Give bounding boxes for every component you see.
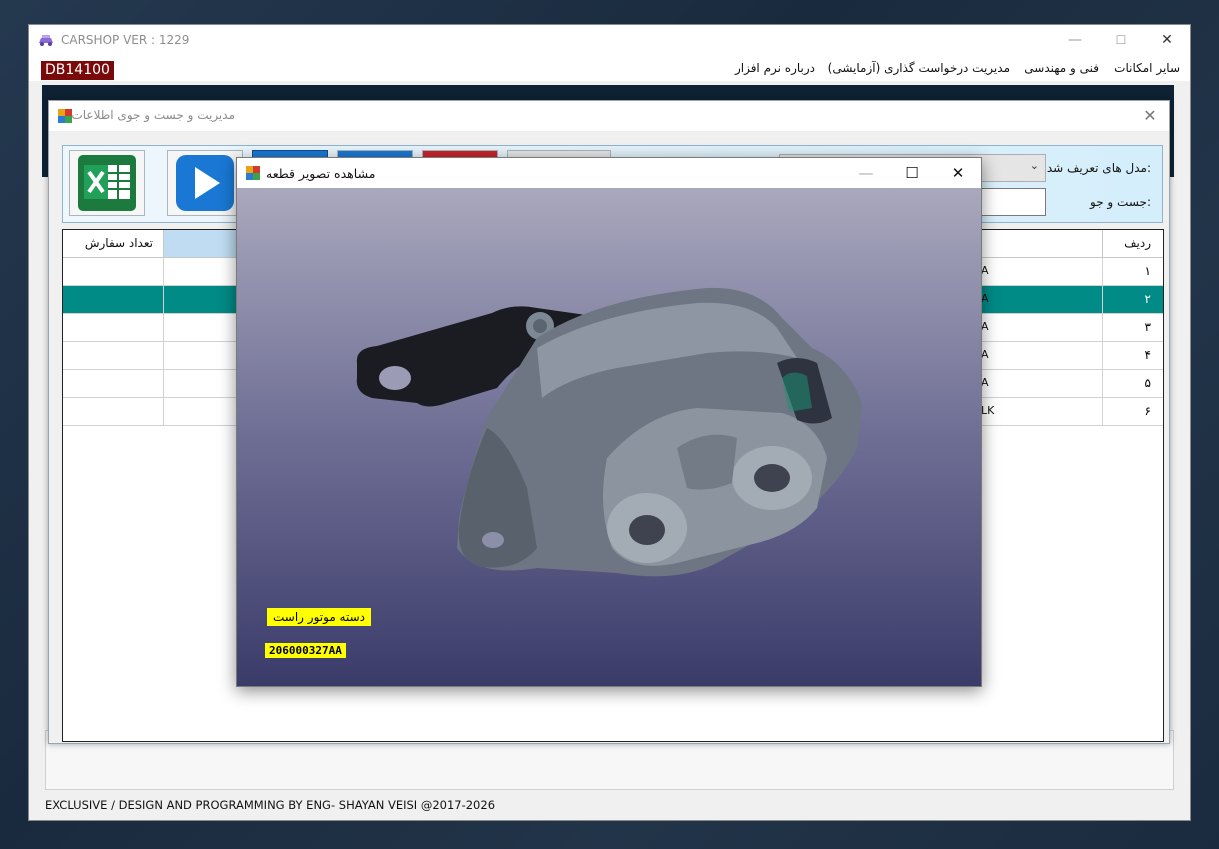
row-number: ۲ (1144, 292, 1151, 306)
app-title: CARSHOP VER : 1229 (61, 33, 190, 47)
table-cell[interactable] (63, 398, 164, 425)
row-number-cell[interactable]: ۱ (1102, 258, 1163, 285)
viewer-maximize-button[interactable]: ☐ (889, 158, 935, 188)
app-form-icon (58, 109, 72, 123)
viewer-title: مشاهده تصویر قطعه (266, 166, 376, 181)
excel-export-button[interactable] (69, 150, 145, 216)
table-cell[interactable] (63, 342, 164, 369)
table-cell-text: A (981, 264, 989, 277)
table-cell-text: A (981, 320, 989, 333)
row-number: ۱ (1144, 264, 1151, 278)
viewer-minimize-button[interactable]: — (843, 158, 889, 188)
table-cell-text: A (981, 376, 989, 389)
db-badge: DB14100 (41, 61, 114, 80)
part-image-viewer: مشاهده تصویر قطعه — ☐ ✕ دسته موتور راست … (236, 157, 982, 687)
table-cell[interactable] (63, 314, 164, 341)
column-header-qty-label: تعداد سفارش (84, 236, 153, 250)
row-number: ۴ (1144, 348, 1151, 362)
next-button[interactable] (167, 150, 243, 216)
part-code-label: 206000327AA (265, 643, 346, 658)
table-cell[interactable] (63, 370, 164, 397)
row-number: ۳ (1144, 320, 1151, 334)
title-bar: CARSHOP VER : 1229 — ☐ ✕ (29, 25, 1190, 55)
minimize-button[interactable]: — (1052, 25, 1098, 55)
maximize-button[interactable]: ☐ (1098, 25, 1144, 55)
part-name-label: دسته موتور راست (267, 608, 372, 626)
chevron-down-icon: ⌄ (1029, 159, 1039, 172)
arrow-right-icon (176, 155, 234, 211)
table-cell-text: LK (981, 404, 995, 417)
column-header-qty[interactable]: تعداد سفارش (63, 230, 164, 257)
model-label: مدل های تعریف شد: (1046, 161, 1151, 175)
menu-item-request-management[interactable]: مدیریت درخواست گذاری (آزمایشی) (828, 61, 1010, 75)
menu-item-other-features[interactable]: سایر امکانات (1114, 61, 1180, 75)
column-header-row[interactable]: ردیف (1102, 230, 1163, 257)
search-window-title: مدیریت و جست و جوی اطلاعات (71, 108, 235, 122)
app-form-icon (246, 166, 260, 180)
table-cell[interactable] (63, 258, 164, 285)
row-number: ۵ (1144, 376, 1151, 390)
menu-item-about[interactable]: درباره نرم افزار (735, 61, 815, 75)
search-window-close-button[interactable]: ✕ (1135, 101, 1165, 131)
footer-credits: EXCLUSIVE / DESIGN AND PROGRAMMING BY EN… (45, 798, 496, 812)
row-number: ۶ (1144, 404, 1151, 418)
viewer-close-button[interactable]: ✕ (935, 158, 981, 188)
row-number-cell[interactable]: ۶ (1102, 398, 1163, 425)
search-window-title-bar: مدیریت و جست و جوی اطلاعات ✕ (49, 101, 1169, 131)
column-header-row-label: ردیف (1124, 236, 1151, 250)
close-button[interactable]: ✕ (1144, 25, 1190, 55)
search-label: جست و جو: (1090, 195, 1151, 209)
table-cell[interactable] (63, 286, 164, 313)
row-number-cell[interactable]: ۳ (1102, 314, 1163, 341)
part-image-area: دسته موتور راست 206000327AA (237, 188, 981, 686)
row-number-cell[interactable]: ۵ (1102, 370, 1163, 397)
excel-icon (78, 155, 136, 211)
table-cell-text: A (981, 292, 989, 305)
row-number-cell[interactable]: ۴ (1102, 342, 1163, 369)
viewer-title-bar: مشاهده تصویر قطعه — ☐ ✕ (237, 158, 981, 188)
table-cell-text: A (981, 348, 989, 361)
row-number-cell[interactable]: ۲ (1102, 286, 1163, 313)
car-logo-icon (39, 35, 53, 46)
menu-bar: DB14100 سایر امکانات فنی و مهندسی مدیریت… (29, 55, 1190, 81)
menu-item-technical[interactable]: فنی و مهندسی (1024, 61, 1099, 75)
